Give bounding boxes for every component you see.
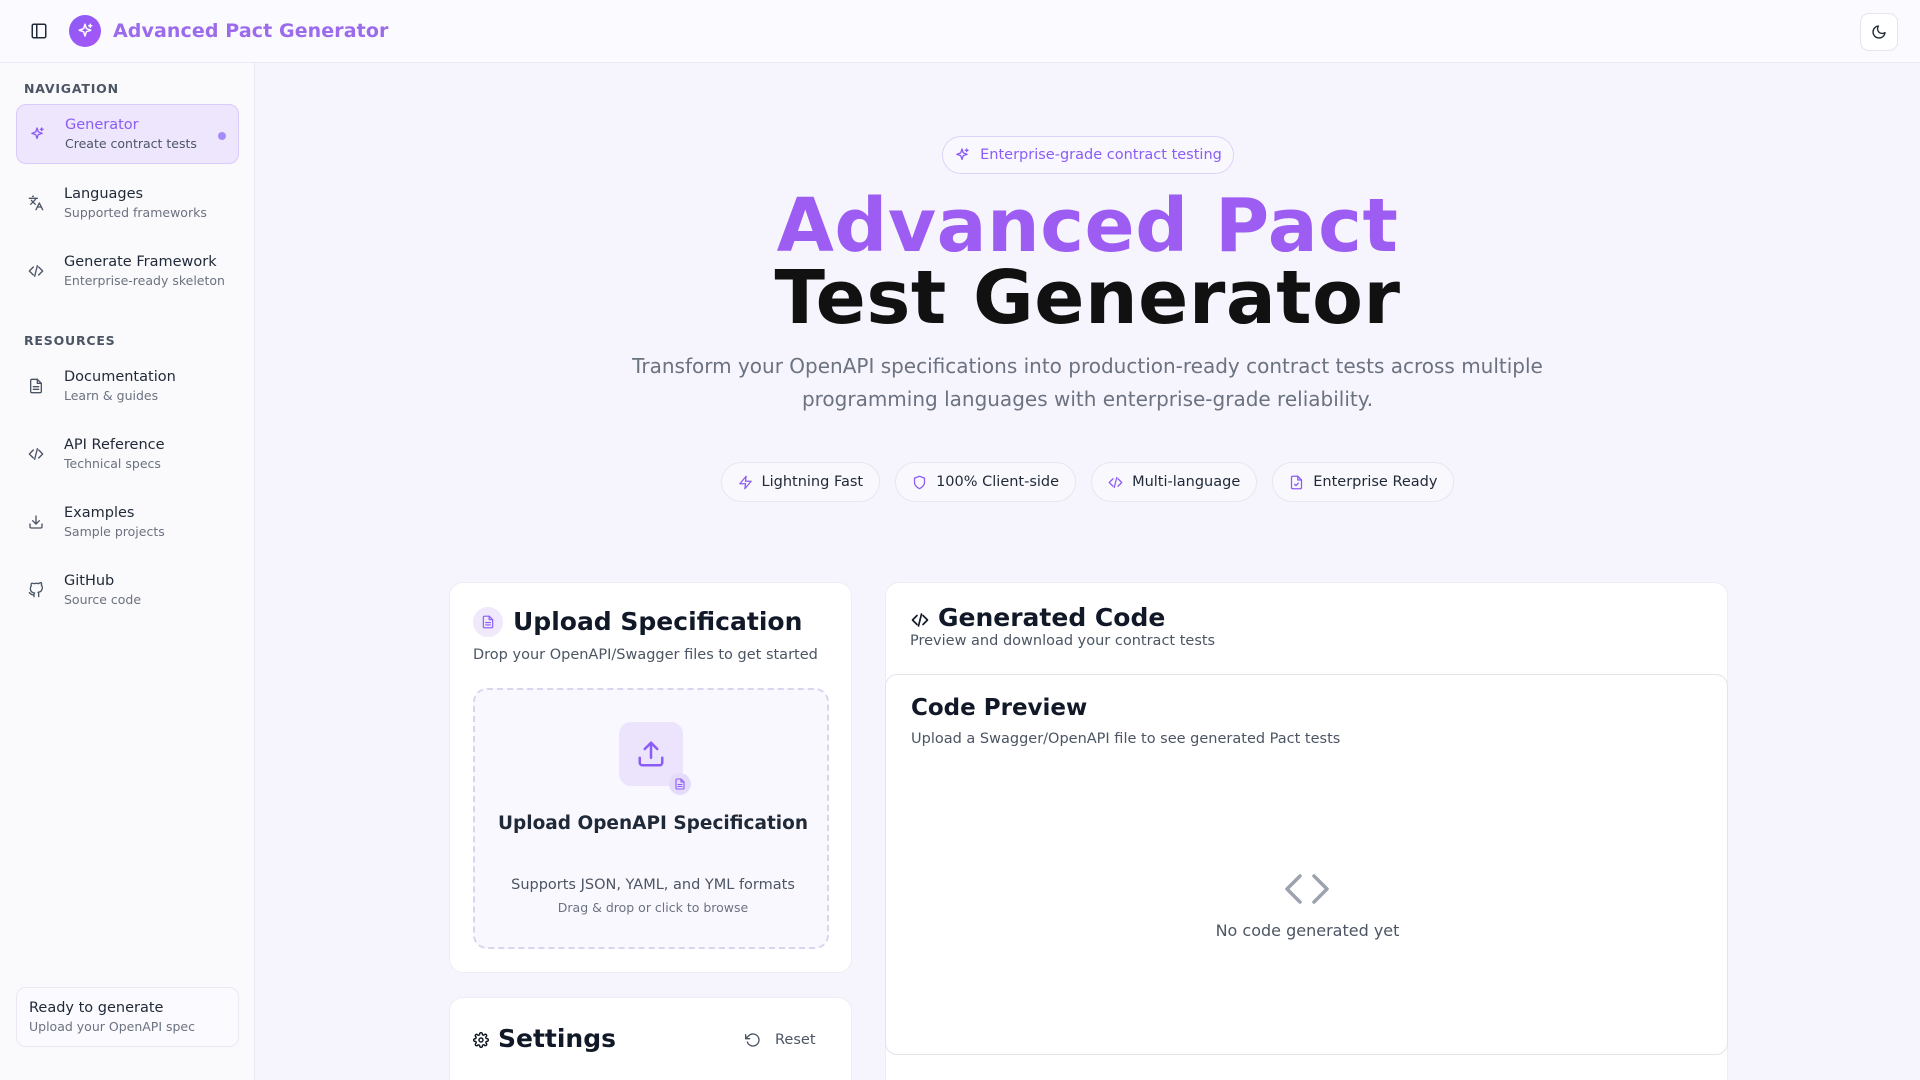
sidebar-item-examples[interactable]: Examples Sample projects	[16, 492, 239, 552]
code-icon	[910, 611, 930, 629]
sidebar-item-label: GitHub	[64, 572, 115, 589]
hero-badge: Enterprise-grade contract testing	[942, 136, 1234, 174]
dropzone-hint: Drag & drop or click to browse	[557, 900, 749, 915]
upload-card-title: Upload Specification	[513, 607, 803, 636]
file-dropzone[interactable]: Upload OpenAPI Specification Supports JS…	[473, 688, 829, 949]
sidebar-item-label: Documentation	[64, 368, 176, 385]
upload-card-subtitle: Drop your OpenAPI/Swagger files to get s…	[473, 647, 818, 663]
rotate-ccw-icon	[745, 1032, 761, 1048]
sidebar-item-description: Enterprise-ready skeleton	[64, 272, 225, 288]
sidebar-item-label: Generate Framework	[64, 253, 217, 270]
generated-code-subtitle: Preview and download your contract tests	[910, 633, 1216, 649]
sidebar-item-label: Languages	[64, 185, 144, 202]
sidebar-item-generate-framework[interactable]: Generate Framework Enterprise-ready skel…	[16, 241, 239, 301]
file-text-icon	[669, 773, 691, 795]
hero-title-line2: Test Generator	[774, 255, 1401, 341]
file-text-icon	[27, 377, 45, 395]
shield-icon	[912, 475, 927, 490]
hero-description: Transform your OpenAPI specifications in…	[632, 354, 1543, 411]
sidebar-item-documentation[interactable]: Documentation Learn & guides	[16, 356, 239, 416]
sidebar-item-languages[interactable]: Languages Supported frameworks	[16, 173, 239, 233]
sidebar-item-label: Generator	[65, 116, 139, 133]
github-icon	[27, 581, 45, 599]
app-header: Advanced Pact Generator	[0, 0, 1920, 63]
chip-label: Multi-language	[1132, 474, 1241, 490]
generated-code-title: Generated Code	[938, 603, 1166, 632]
settings-title: Settings	[498, 1024, 617, 1053]
code-brackets-icon	[1283, 870, 1331, 908]
reset-label: Reset	[775, 1032, 816, 1048]
sidebar-item-description: Learn & guides	[64, 387, 159, 403]
languages-icon	[27, 194, 45, 212]
feature-chips: Lightning Fast 100% Client-side Multi-la…	[255, 462, 1920, 502]
gear-icon	[473, 1032, 489, 1048]
feature-chip-lightning-fast: Lightning Fast	[720, 462, 881, 502]
code-icon	[27, 445, 45, 463]
code-icon	[1108, 475, 1123, 490]
reset-button[interactable]: Reset	[745, 1027, 816, 1053]
code-preview-title: Code Preview	[911, 695, 1088, 721]
zap-icon	[738, 475, 753, 490]
chip-label: 100% Client-side	[936, 474, 1060, 490]
sidebar-item-github[interactable]: GitHub Source code	[16, 560, 239, 620]
feature-chip-enterprise-ready: Enterprise Ready	[1272, 462, 1455, 502]
sidebar-item-description: Technical specs	[64, 455, 161, 471]
sidebar-item-label: API Reference	[64, 436, 165, 453]
upload-card: Upload Specification Drop your OpenAPI/S…	[449, 582, 852, 973]
navigation-section-title: NAVIGATION	[24, 81, 119, 96]
code-preview-panel: Code Preview Upload a Swagger/OpenAPI fi…	[885, 674, 1728, 1055]
dropzone-title: Upload OpenAPI Specification	[497, 813, 809, 834]
feature-chip-client-side: 100% Client-side	[895, 462, 1077, 502]
code-icon	[27, 262, 45, 280]
active-indicator-dot	[218, 132, 226, 140]
sidebar-item-description: Supported frameworks	[64, 204, 207, 220]
sidebar-item-description: Source code	[64, 591, 142, 607]
sparkles-icon	[28, 125, 46, 143]
resources-section-title: RESOURCES	[24, 333, 116, 348]
sidebar-item-label: Examples	[64, 504, 135, 521]
chip-label: Enterprise Ready	[1313, 474, 1438, 490]
status-title: Ready to generate	[29, 1000, 164, 1016]
hero-badge-label: Enterprise-grade contract testing	[980, 147, 1222, 163]
sidebar-item-api-reference[interactable]: API Reference Technical specs	[16, 424, 239, 484]
hero-title-line1: Advanced Pact	[776, 183, 1399, 269]
feature-chip-multi-language: Multi-language	[1091, 462, 1258, 502]
dropzone-formats: Supports JSON, YAML, and YML formats	[511, 877, 795, 893]
settings-card: Settings Reset	[449, 997, 852, 1080]
sparkles-icon	[69, 15, 101, 47]
download-icon	[27, 513, 45, 531]
app-title[interactable]: Advanced Pact Generator	[113, 20, 389, 42]
status-box: Ready to generate Upload your OpenAPI sp…	[16, 987, 239, 1047]
sidebar: NAVIGATION Generator Create contract tes…	[0, 63, 255, 1080]
sidebar-item-generator[interactable]: Generator Create contract tests	[16, 104, 239, 164]
sparkles-icon	[954, 147, 970, 163]
theme-toggle-button[interactable]	[1860, 13, 1898, 51]
generated-code-card: Generated Code Preview and download your…	[885, 582, 1728, 1080]
empty-state-text: No code generated yet	[1215, 921, 1400, 940]
panel-left-icon[interactable]	[22, 14, 56, 48]
sidebar-item-description: Sample projects	[64, 523, 165, 539]
status-subtitle: Upload your OpenAPI spec	[29, 1019, 195, 1034]
code-preview-subtitle: Upload a Swagger/OpenAPI file to see gen…	[911, 731, 1341, 747]
chip-label: Lightning Fast	[761, 474, 864, 490]
moon-icon	[1872, 25, 1886, 39]
file-check-icon	[1289, 475, 1304, 490]
file-icon	[473, 607, 503, 637]
sidebar-item-description: Create contract tests	[65, 135, 197, 151]
